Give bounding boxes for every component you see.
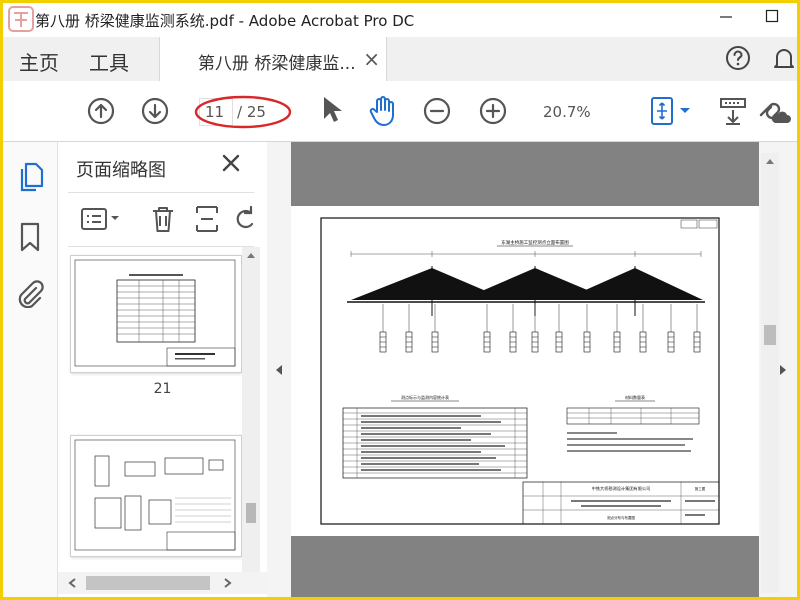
panel-close-icon[interactable] [220,152,242,174]
document-tab[interactable]: 第八册 桥梁健康监... × [159,37,387,81]
company-name: 中铁大桥勘测设计集团有限公司 [592,485,651,492]
trash-icon[interactable] [150,204,176,234]
minimize-button[interactable] [703,3,749,35]
zoom-in-icon[interactable] [479,97,507,125]
menu-bar: 主页 工具 第八册 桥梁健康监... × [3,37,797,82]
collapse-left-icon[interactable] [275,364,283,376]
scroll-right-icon[interactable] [224,578,232,588]
scrollbar-thumb[interactable] [246,503,256,523]
divider [68,192,254,193]
scroll-mode-icon[interactable] [719,95,747,127]
options-menu-icon[interactable] [80,206,108,232]
thumbnail-preview [74,439,236,551]
scrollbar-thumb[interactable] [764,325,776,345]
thumbnail-page-number: 21 [153,381,172,397]
page-thumbnails-icon[interactable] [16,162,44,194]
panel-title: 页面缩略图 [76,160,166,181]
arrow-down-circle-icon[interactable] [141,97,169,125]
navigation-rail [3,142,58,597]
thumbnail-list: 21 [58,247,267,573]
engineering-drawing: 东湖主桥施工监控测点立面布置图 测点标示与监测内容统计表 材料数量表 中铁大桥勘… [320,217,720,525]
document-tab-label: 第八册 桥梁健康监... [198,54,356,74]
zoom-out-icon[interactable] [423,97,451,125]
main-toolbar: 11 / 25 20.7% [3,81,797,142]
title-bar: 第八册 桥梁健康监测系统.pdf - Adobe Acrobat Pro DC [3,3,797,37]
acrobat-window: 第八册 桥梁健康监测系统.pdf - Adobe Acrobat Pro DC … [3,3,797,597]
scroll-up-icon[interactable] [765,157,775,165]
rotate-icon[interactable] [232,204,258,234]
watermark-logo-icon [8,6,34,32]
extract-pages-icon[interactable] [194,204,220,234]
window-title: 第八册 桥梁健康监测系统.pdf - Adobe Acrobat Pro DC [35,12,415,30]
chevron-down-icon[interactable] [679,107,691,115]
pdf-page: 东湖主桥施工监控测点立面布置图 测点标示与监测内容统计表 材料数量表 中铁大桥勘… [291,206,759,536]
menu-tools[interactable]: 工具 [89,47,129,76]
annotation-circle [194,95,292,129]
notification-bell-icon[interactable] [772,46,796,72]
thumbnails-panel: 页面缩略图 21 [58,142,267,597]
maximize-button[interactable] [749,3,795,35]
maximize-icon [765,9,779,23]
drawing-subtitle: 测点分布与布置图 [607,515,635,520]
expand-right-panel-icon[interactable] [779,364,787,376]
scroll-left-icon[interactable] [68,578,76,588]
drawing-stage: 施工图 [695,486,706,491]
thumbnail-horizontal-scrollbar[interactable] [58,572,267,594]
hand-tool-icon[interactable] [369,95,399,127]
document-scrollbar[interactable] [761,153,779,593]
fit-page-icon[interactable] [649,95,675,127]
arrow-up-circle-icon[interactable] [87,97,115,125]
document-view[interactable]: 东湖主桥施工监控测点立面布置图 测点标示与监测内容统计表 材料数量表 中铁大桥勘… [291,142,759,597]
drawing-main-title: 东湖主桥施工监控测点立面布置图 [501,239,569,246]
help-icon[interactable] [725,45,751,71]
bookmark-icon[interactable] [19,222,41,252]
right-table-title: 材料数量表 [625,394,645,400]
thumbnail-page-22[interactable] [70,435,242,557]
cloud-link-icon[interactable] [755,95,791,127]
paperclip-icon[interactable] [16,278,44,308]
menu-home[interactable]: 主页 [19,47,59,76]
thumbnail-scrollbar[interactable] [242,247,260,587]
minimize-icon [720,16,732,18]
scroll-up-icon[interactable] [246,251,256,259]
panel-collapse-handle[interactable] [267,142,292,597]
thumbnail-preview [74,259,236,367]
zoom-level-value: 20.7% [543,103,591,121]
cursor-arrow-icon[interactable] [321,95,343,125]
scrollbar-thumb[interactable] [86,576,210,590]
left-table-title: 测点标示与监测内容统计表 [401,394,449,400]
tab-close-icon[interactable]: × [363,47,380,71]
thumbnail-page-21[interactable] [70,255,242,373]
chevron-down-icon[interactable] [110,215,120,222]
